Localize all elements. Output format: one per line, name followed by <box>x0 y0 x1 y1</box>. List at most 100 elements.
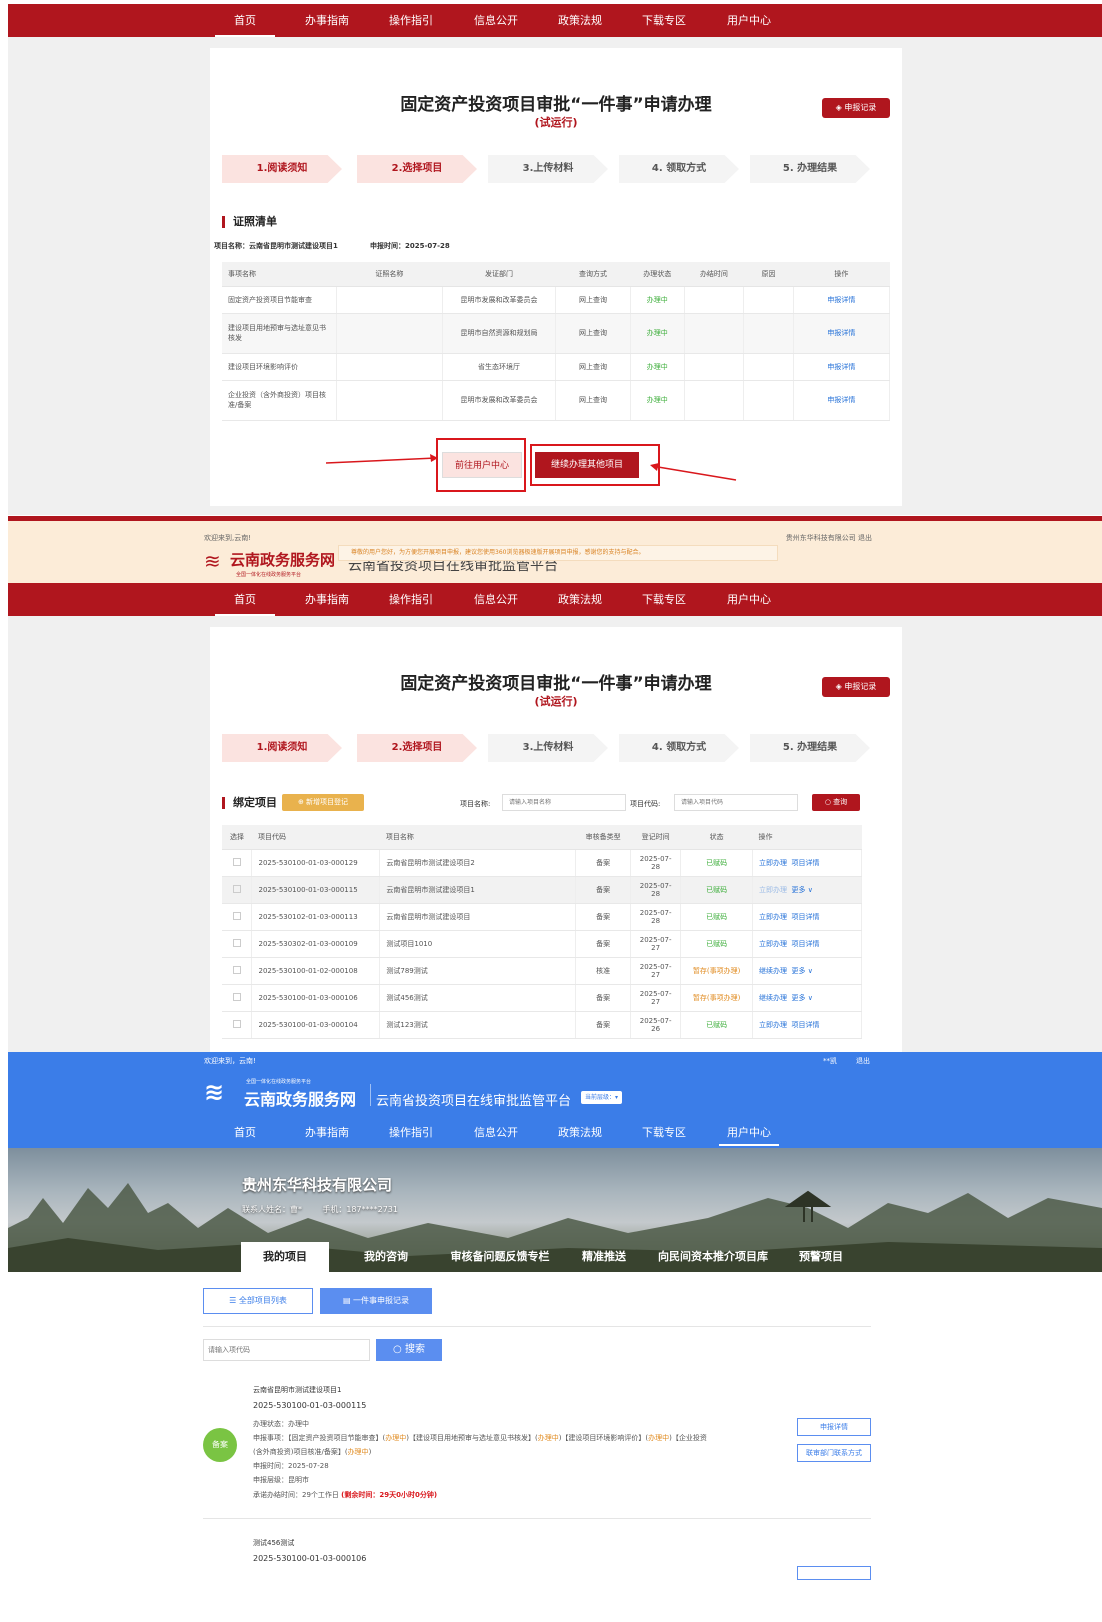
page-subtitle: (试运行) <box>534 695 578 708</box>
checkbox[interactable] <box>232 1019 241 1028</box>
table-row: 2025-530302-01-03-000109 测试项目1010 备案 202… <box>222 930 862 958</box>
checkbox[interactable] <box>232 965 241 974</box>
tab-private-capital[interactable]: 向民间资本推介项目库 <box>650 1242 776 1272</box>
nav-guide[interactable]: 办事指南 <box>297 4 357 37</box>
continue-other-project-button[interactable]: 继续办理其他项目 <box>535 452 639 478</box>
search-button[interactable]: ○ 搜索 <box>376 1339 442 1361</box>
record-button[interactable]: ◈ 申报记录 <box>822 677 890 697</box>
project-name-label: 项目名称: <box>460 800 491 808</box>
record-button[interactable]: ◈ 申报记录 <box>822 98 890 118</box>
company-logout[interactable]: 贵州东华科技有限公司 退出 <box>786 533 872 543</box>
detail-link[interactable]: 申报详情 <box>793 313 891 354</box>
cell-reason <box>743 286 794 314</box>
nav-download[interactable]: 下载专区 <box>634 583 694 616</box>
action-link[interactable]: 立即办理 <box>759 1021 787 1029</box>
action-link[interactable]: 立即办理 <box>759 886 787 894</box>
project-code: 2025-530100-01-03-000115 <box>253 1401 367 1410</box>
nav-info[interactable]: 信息公开 <box>466 583 526 616</box>
checkbox[interactable] <box>232 884 241 893</box>
one-thing-records-button[interactable]: ▤ 一件事申报记录 <box>320 1288 432 1314</box>
cell-status: 暂存(事项办理) <box>680 984 754 1012</box>
action-link[interactable]: 更多 ∨ <box>792 967 813 975</box>
action-link[interactable]: 立即办理 <box>759 913 787 921</box>
cell-name: 测试项目1010 <box>379 930 577 958</box>
cell-date: 2025-07-27 <box>630 984 682 1012</box>
action-link[interactable]: 项目详情 <box>792 1021 820 1029</box>
nav-policy[interactable]: 政策法规 <box>550 583 610 616</box>
nav-user-center[interactable]: 用户中心 <box>719 1124 779 1146</box>
tab-warning[interactable]: 预警项目 <box>786 1242 856 1272</box>
bind-section-title: 绑定项目 <box>222 797 277 809</box>
arrow-right-icon <box>326 454 438 464</box>
checkbox[interactable] <box>232 938 241 947</box>
cell-reason <box>743 313 794 354</box>
contact-info: 联系人姓名：曹* 手机：187****2731 <box>242 1205 398 1214</box>
query-button[interactable]: ○ 查询 <box>812 794 860 811</box>
tab-my-projects[interactable]: 我的项目 <box>241 1242 329 1272</box>
cell-dept: 昆明市发展和改革委员会 <box>442 380 557 421</box>
nav-download[interactable]: 下载专区 <box>634 1124 694 1140</box>
nav-info[interactable]: 信息公开 <box>466 1124 526 1140</box>
cell-status: 已赋码 <box>680 1011 754 1039</box>
project-name-input[interactable] <box>502 794 626 811</box>
logout-link[interactable]: 退出 <box>856 1056 870 1066</box>
checkbox[interactable] <box>232 857 241 866</box>
cell-name: 建设项目用地预审与选址意见书核发 <box>222 313 337 354</box>
tab-my-consult[interactable]: 我的咨询 <box>346 1242 426 1272</box>
cell-done <box>684 286 745 314</box>
nav-user-center[interactable]: 用户中心 <box>719 583 779 616</box>
action-link[interactable]: 继续办理 <box>759 967 787 975</box>
nav-home[interactable]: 首页 <box>215 4 275 37</box>
nav-policy[interactable]: 政策法规 <box>550 1124 610 1140</box>
action-link[interactable]: 更多 ∨ <box>792 994 813 1002</box>
all-projects-button[interactable]: ☰ 全部项目列表 <box>203 1288 313 1314</box>
nav-operation[interactable]: 操作指引 <box>381 4 441 37</box>
cell-name: 测试789测试 <box>379 957 577 985</box>
step-2: 2.选择项目 <box>357 155 477 183</box>
user-name[interactable]: **凯 <box>823 1056 837 1066</box>
level-dropdown[interactable]: 当前层级：▾ <box>581 1091 623 1104</box>
project-code-input[interactable] <box>674 794 798 811</box>
nav-guide[interactable]: 办事指南 <box>297 1124 357 1140</box>
checkbox[interactable] <box>232 992 241 1001</box>
nav-download[interactable]: 下载专区 <box>634 4 694 37</box>
logo-subtext: 全国一体化在线政务服务平台 <box>246 1079 312 1085</box>
action-link[interactable]: 继续办理 <box>759 994 787 1002</box>
checkbox[interactable] <box>232 911 241 920</box>
add-project-button[interactable]: ⊕ 新增项目登记 <box>282 794 364 811</box>
action-link[interactable]: 更多 ∨ <box>792 886 813 894</box>
nav-home[interactable]: 首页 <box>215 1124 275 1140</box>
tab-push[interactable]: 精准推送 <box>570 1242 638 1272</box>
nav-guide[interactable]: 办事指南 <box>297 583 357 616</box>
detail-link[interactable]: 申报详情 <box>793 353 891 381</box>
nav-info[interactable]: 信息公开 <box>466 4 526 37</box>
go-user-center-button[interactable]: 前往用户中心 <box>442 452 522 478</box>
nav-operation[interactable]: 操作指引 <box>381 1124 441 1140</box>
cell-date: 2025-07-28 <box>630 903 682 931</box>
nav-policy[interactable]: 政策法规 <box>550 4 610 37</box>
nav-user-center[interactable]: 用户中心 <box>719 4 779 37</box>
table-header: 选择 项目代码 项目名称 审核备类型 登记时间 状态 操作 <box>222 825 862 850</box>
nav-home[interactable]: 首页 <box>215 583 275 616</box>
nav-operation[interactable]: 操作指引 <box>381 583 441 616</box>
logo-icon: ≋ <box>204 1078 225 1106</box>
detail-link[interactable]: 申报详情 <box>793 380 891 421</box>
dept-contact-button[interactable]: 联审部门联系方式 <box>797 1444 871 1462</box>
step-1: 1.阅读须知 <box>222 155 342 183</box>
step-5: 5. 办理结果 <box>750 155 870 183</box>
action-link[interactable]: 项目详情 <box>792 859 820 867</box>
apply-detail-button[interactable] <box>797 1566 871 1580</box>
tab-feedback[interactable]: 审核备问题反馈专栏 <box>436 1242 564 1272</box>
step-5: 5. 办理结果 <box>750 734 870 762</box>
detail-link[interactable]: 申报详情 <box>793 286 891 314</box>
cell-name: 建设项目环境影响评价 <box>222 353 337 381</box>
action-link[interactable]: 项目详情 <box>792 913 820 921</box>
action-link[interactable]: 立即办理 <box>759 859 787 867</box>
cell-done <box>684 353 745 381</box>
action-link[interactable]: 项目详情 <box>792 940 820 948</box>
apply-detail-button[interactable]: 申报详情 <box>797 1418 871 1436</box>
project-code-search-input[interactable] <box>203 1339 370 1361</box>
welcome-text: 欢迎来到，云南! <box>204 1057 256 1065</box>
logo-text: 云南政务服务网 <box>244 1090 357 1109</box>
action-link[interactable]: 立即办理 <box>759 940 787 948</box>
